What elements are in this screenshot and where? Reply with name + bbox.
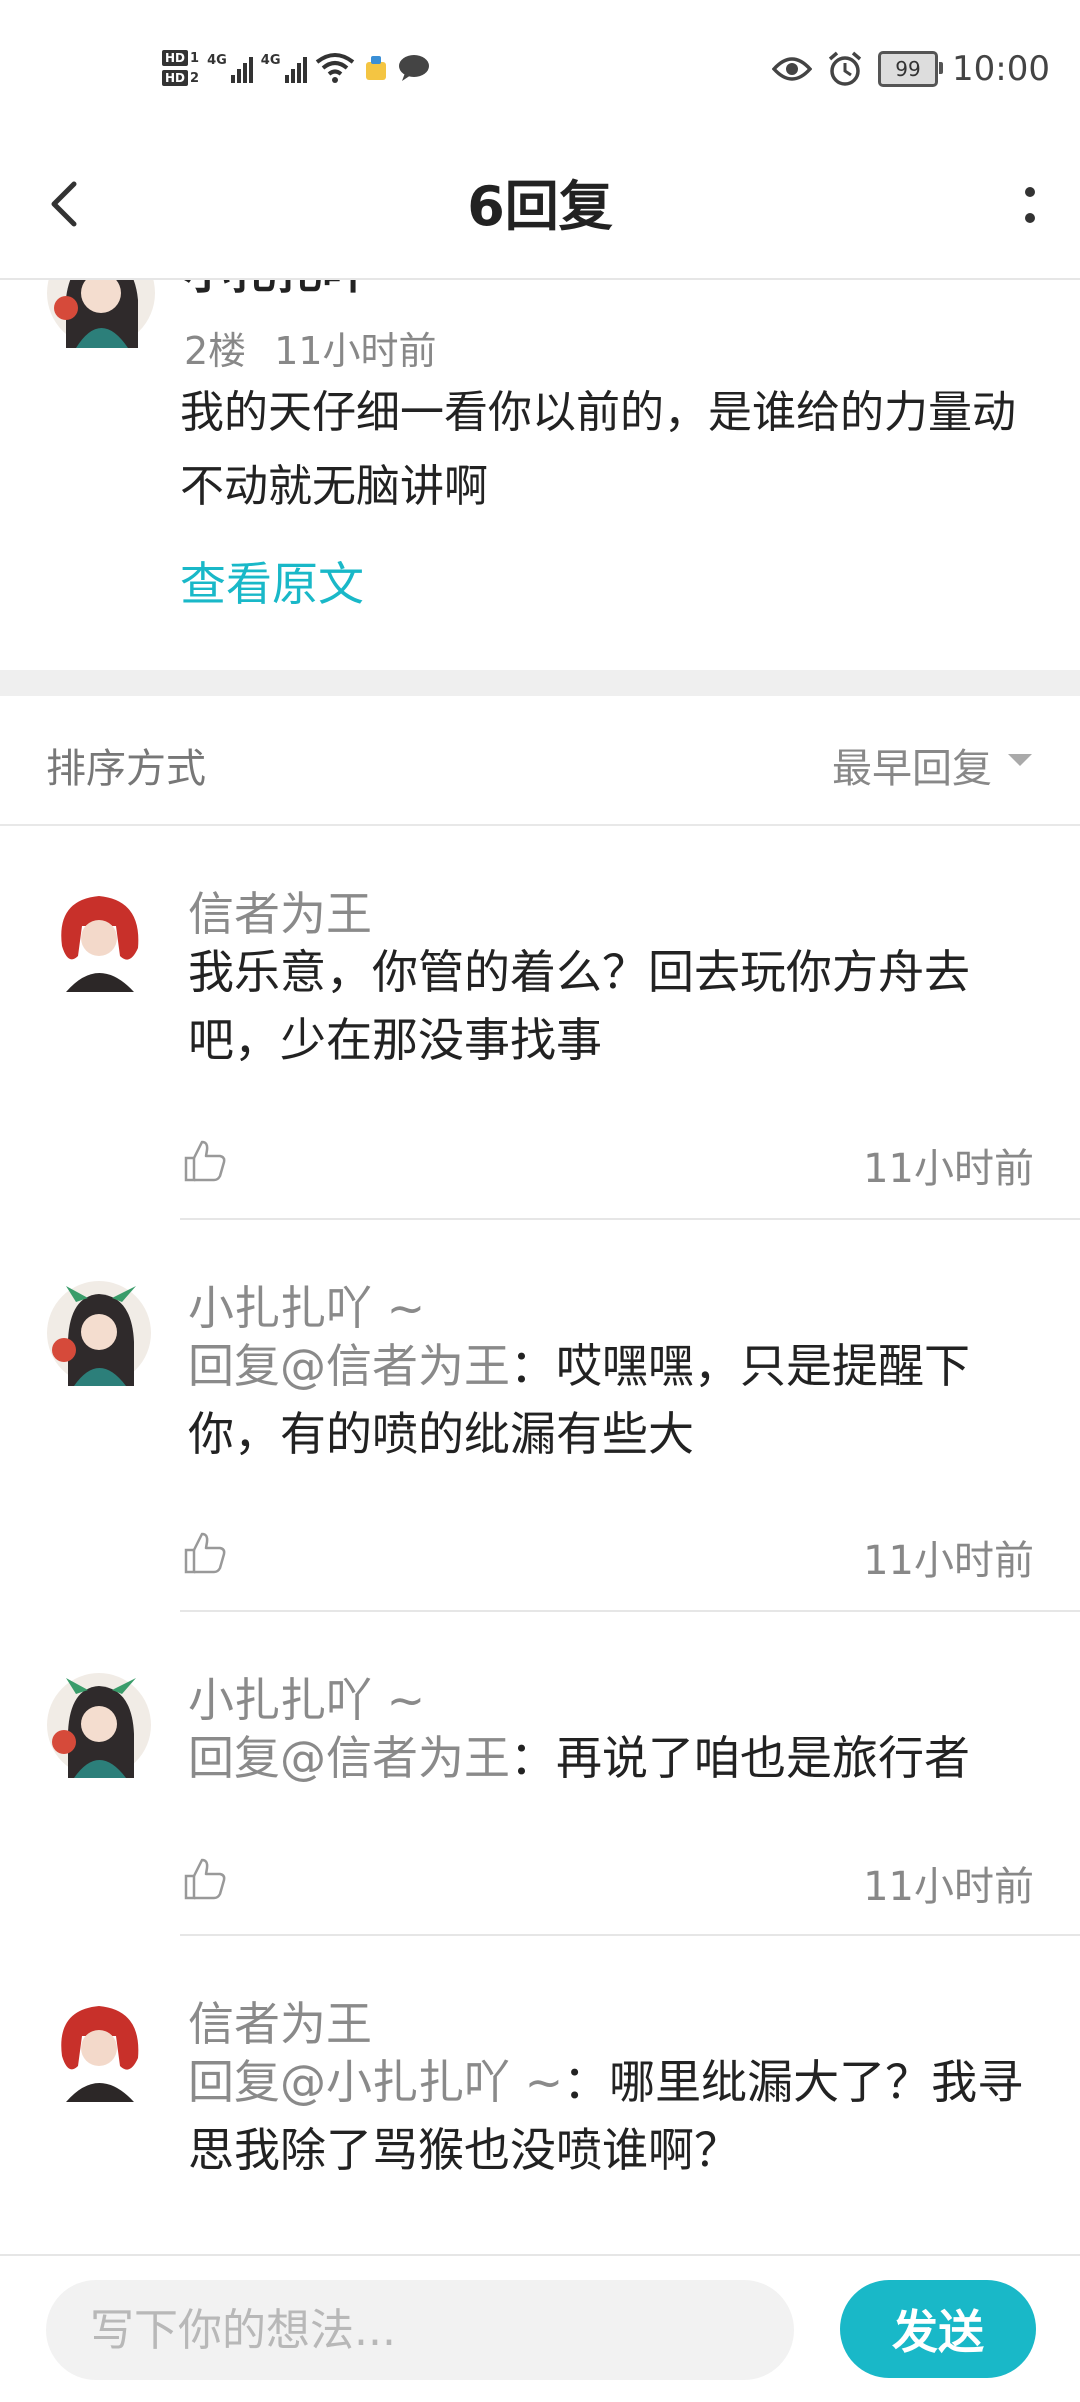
- reply-mention[interactable]: 回复@小扎扎吖 ~: [188, 2055, 563, 2109]
- eye-icon: [772, 57, 813, 81]
- thumbs-up-icon[interactable]: [182, 1138, 228, 1184]
- reply-author[interactable]: 信者为王: [188, 878, 372, 944]
- user-avatar[interactable]: [46, 1280, 152, 1386]
- reply-item: 信者为王 回复@小扎扎吖 ~：哪里纰漏大了？我寻思我除了骂猴也没喷谁啊？: [0, 1936, 1080, 2254]
- network-type: 4G: [207, 53, 227, 68]
- reply-content: 我乐意，你管的着么？回去玩你方舟去吧，少在那没事找事: [188, 938, 1028, 1074]
- top-nav-bar: 6回复: [0, 130, 1080, 280]
- sort-bar: 排序方式 最早回复: [0, 696, 1080, 826]
- hd-label: HD: [162, 70, 189, 86]
- post-content: 我的天仔细一看你以前的，是谁给的力量动不动就无脑讲啊: [180, 387, 1016, 512]
- reply-author[interactable]: 小扎扎吖 ~: [188, 1664, 425, 1730]
- user-avatar[interactable]: [46, 886, 152, 992]
- chevron-down-icon[interactable]: [1008, 754, 1032, 766]
- user-avatar[interactable]: [46, 1996, 152, 2102]
- alarm-icon: [828, 51, 862, 86]
- post-author[interactable]: 小扎扎吖 ~: [184, 280, 423, 302]
- post-meta: 2楼 11小时前: [184, 320, 437, 375]
- sim-number: 1: [190, 50, 200, 66]
- battery-level: 99: [895, 57, 921, 81]
- reply-mention[interactable]: 回复@信者为王: [188, 1339, 510, 1393]
- reply-author[interactable]: 信者为王: [188, 1988, 372, 2054]
- comment-composer: 发送: [0, 2254, 1080, 2402]
- user-avatar[interactable]: [46, 1672, 152, 1778]
- hd-sim2: HD 2: [162, 70, 199, 86]
- reply-mention[interactable]: 回复@信者为王: [188, 1731, 510, 1785]
- reply-author[interactable]: 小扎扎吖 ~: [188, 1272, 425, 1338]
- send-button[interactable]: 发送: [840, 2280, 1036, 2378]
- reply-content: 回复@信者为王：再说了咱也是旅行者: [188, 1724, 1028, 1792]
- chat-bubble-icon: [398, 55, 429, 81]
- wifi-icon: [315, 53, 354, 83]
- post-time: 11小时前: [274, 329, 437, 373]
- reply-item: 小扎扎吖 ~ 回复@信者为王：再说了咱也是旅行者 11小时前: [0, 1612, 1080, 1938]
- reply-content: 回复@小扎扎吖 ~：哪里纰漏大了？我寻思我除了骂猴也没喷谁啊？: [188, 2048, 1028, 2184]
- status-bar: HD 1 HD 2 4G 4G 99 10:00: [0, 0, 1080, 130]
- hd-indicators: HD 1 HD 2: [162, 50, 199, 86]
- section-divider: [0, 670, 1080, 696]
- reply-time: 11小时前: [863, 1538, 1034, 1584]
- thumbs-up-icon[interactable]: [182, 1856, 228, 1902]
- comment-input[interactable]: [46, 2280, 794, 2380]
- status-right: 99 10:00: [772, 42, 1050, 96]
- reply-text: 我乐意，你管的着么？回去玩你方舟去吧，少在那没事找事: [188, 945, 970, 1067]
- page-title: 6回复: [467, 175, 613, 238]
- signal-icon: 4G: [261, 53, 307, 83]
- more-options-icon[interactable]: [1010, 170, 1050, 240]
- thumbs-up-icon[interactable]: [182, 1530, 228, 1576]
- user-avatar[interactable]: [46, 280, 156, 348]
- network-type: 4G: [260, 53, 281, 68]
- status-left: HD 1 HD 2 4G 4G: [162, 38, 431, 98]
- reply-text: ：再说了咱也是旅行者: [510, 1731, 970, 1785]
- hd-sim1: HD 1: [162, 50, 199, 66]
- sim-number: 2: [190, 70, 200, 86]
- original-post: 小扎扎吖 ~ 2楼 11小时前 我的天仔细一看你以前的，是谁给的力量动不动就无脑讲…: [0, 280, 1080, 670]
- app-notification-icon: [365, 56, 386, 80]
- reply-item: 信者为王 我乐意，你管的着么？回去玩你方舟去吧，少在那没事找事 11小时前: [0, 826, 1080, 1222]
- sort-label: 排序方式: [46, 746, 206, 792]
- signal-icon: 4G: [207, 53, 253, 83]
- view-original-link[interactable]: 查看原文: [180, 548, 364, 614]
- reply-time: 11小时前: [863, 1146, 1034, 1192]
- clock: 10:00: [952, 49, 1050, 89]
- reply-time: 11小时前: [863, 1864, 1034, 1910]
- floor-number: 2楼: [184, 329, 247, 373]
- reply-content: 回复@信者为王：哎嘿嘿，只是提醒下你，有的喷的纰漏有些大: [188, 1332, 1028, 1468]
- battery-icon: 99: [878, 51, 944, 87]
- reply-item: 小扎扎吖 ~ 回复@信者为王：哎嘿嘿，只是提醒下你，有的喷的纰漏有些大 11小时…: [0, 1220, 1080, 1614]
- sort-dropdown[interactable]: 最早回复: [832, 736, 992, 794]
- hd-label: HD: [162, 50, 189, 66]
